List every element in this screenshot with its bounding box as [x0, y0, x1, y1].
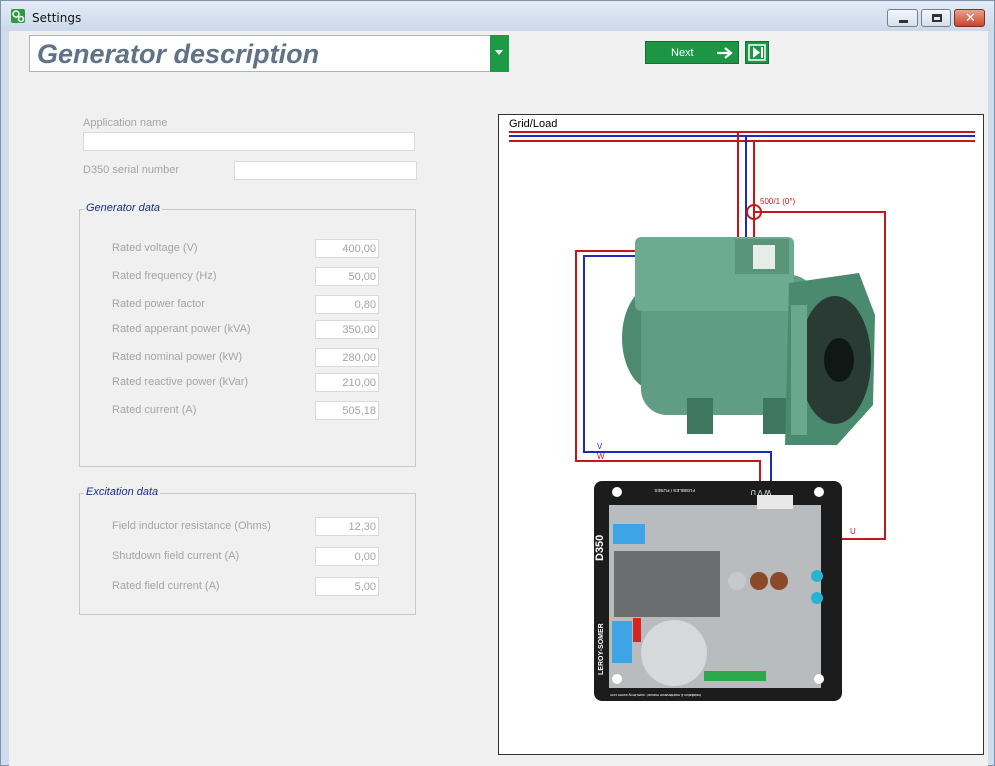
rated-field-current-input[interactable]: 5,00 — [315, 577, 379, 596]
wire-v-label: V — [597, 442, 603, 451]
shutdown-field-current-input[interactable]: 0,00 — [315, 547, 379, 566]
wiring-diagram-svg: 500/1 (0°) V W U D350 LEROY-SOMER FUSIBL… — [509, 131, 975, 701]
wire-w-label: W — [597, 452, 605, 461]
chevron-down-icon — [495, 50, 503, 55]
rated-nominal-power-input[interactable]: 280,00 — [315, 348, 379, 367]
excitation-data-title: Excitation data — [84, 486, 161, 498]
rated-current-label: Rated current (A) — [112, 404, 197, 416]
field-inductor-resistance-input[interactable]: 12,30 — [315, 517, 379, 536]
close-button[interactable]: ✕ — [954, 9, 985, 27]
serial-number-label: D350 serial number — [83, 164, 179, 176]
page-select[interactable]: Generator description — [29, 35, 509, 72]
title-bar[interactable]: Settings ✕ — [1, 1, 994, 31]
minimize-button[interactable] — [887, 9, 918, 27]
rated-reactive-power-label: Rated reactive power (kVar) — [112, 376, 249, 388]
rated-current-input[interactable]: 505,18 — [315, 401, 379, 420]
board-terminals-label: W V U — [751, 488, 771, 495]
board-manual-label: Installation & maintenance manual : www.… — [610, 693, 701, 697]
window-title: Settings — [32, 11, 82, 25]
dropdown-button[interactable] — [490, 35, 509, 72]
rated-power-factor-input[interactable]: 0,80 — [315, 295, 379, 314]
close-icon: ✕ — [965, 11, 976, 26]
field-inductor-resistance-label: Field inductor resistance (Ohms) — [112, 520, 271, 532]
wiring-diagram: 500/1 (0°) V W U D350 LEROY-SOMER FUSIBL… — [498, 114, 984, 755]
next-button[interactable]: Next — [645, 41, 739, 64]
maximize-button[interactable] — [921, 9, 951, 27]
rated-apparent-power-label: Rated apperant power (kVA) — [112, 323, 251, 335]
alternator-image — [622, 237, 875, 445]
rated-voltage-label: Rated voltage (V) — [112, 242, 198, 254]
shutdown-field-current-label: Shutdown field current (A) — [112, 550, 240, 562]
rated-frequency-label: Rated frequency (Hz) — [112, 270, 217, 282]
board-brand-label: LEROY-SOMER — [598, 623, 605, 675]
wire-u-label: U — [850, 527, 856, 536]
maximize-icon — [932, 14, 942, 22]
rated-frequency-input[interactable]: 50,00 — [315, 267, 379, 286]
ct-label: 500/1 (0°) — [760, 197, 796, 206]
rated-apparent-power-input[interactable]: 350,00 — [315, 320, 379, 339]
skip-forward-icon — [748, 44, 766, 61]
skip-to-end-button[interactable] — [745, 41, 769, 64]
generator-data-group: Generator data Rated voltage (V) 400,00 … — [79, 202, 416, 467]
rated-reactive-power-input[interactable]: 210,00 — [315, 373, 379, 392]
gears-icon — [11, 9, 25, 23]
rated-nominal-power-label: Rated nominal power (kW) — [112, 351, 243, 363]
rated-field-current-label: Rated field current (A) — [112, 580, 220, 592]
application-name-label: Application name — [83, 117, 168, 129]
rated-power-factor-label: Rated power factor — [112, 298, 205, 310]
arrow-right-icon — [717, 47, 733, 59]
settings-window: Settings ✕ Generator description Next Ap… — [0, 0, 995, 766]
next-button-label: Next — [671, 47, 694, 59]
minimize-icon — [899, 20, 908, 23]
settings-content: Generator description Next Application n… — [9, 31, 988, 766]
excitation-data-group: Excitation data Field inductor resistanc… — [79, 486, 416, 615]
generator-data-title: Generator data — [84, 202, 162, 214]
grid-load-label: Grid/Load — [509, 118, 558, 130]
board-model-label: D350 — [594, 535, 606, 561]
rated-voltage-input[interactable]: 400,00 — [315, 239, 379, 258]
d350-board-image: D350 LEROY-SOMER FUSIBLES / FUSES W V U … — [594, 481, 842, 701]
application-name-input[interactable] — [83, 132, 415, 151]
serial-number-input[interactable] — [234, 161, 417, 180]
page-title: Generator description — [37, 39, 320, 69]
board-fuses-label: FUSIBLES / FUSES — [654, 488, 695, 493]
